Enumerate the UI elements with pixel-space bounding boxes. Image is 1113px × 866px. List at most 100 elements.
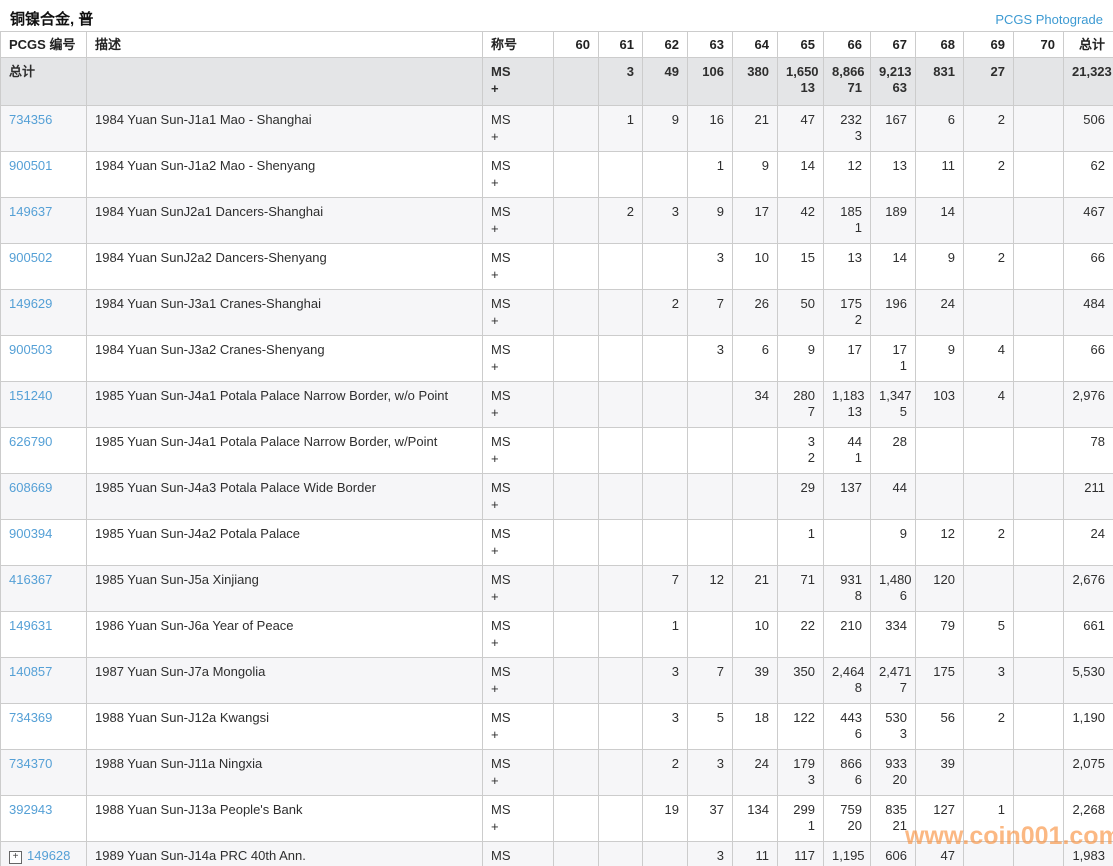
designation-cell-line2: + <box>491 129 499 144</box>
pcgs-number-link[interactable]: 734356 <box>9 112 52 127</box>
page-header: 铜镍合金, 普 PCGS Photograde <box>0 0 1113 31</box>
designation-cell-line2: + <box>491 635 499 650</box>
grade-60-cell <box>553 381 599 428</box>
grade-66-cell-value: 443 <box>840 710 862 725</box>
grade-60-cell <box>553 151 599 198</box>
grade-67-cell-plus-value: 21 <box>892 818 907 833</box>
row-total: 506 <box>1063 105 1113 152</box>
grade-65-cell: 280 7 <box>777 381 824 428</box>
table-row: 149631 1986 Yuan Sun-J6a Year of Peace MS +… <box>0 611 1113 658</box>
grade-69-cell: 2 <box>963 243 1014 290</box>
pcgs-number-cell: 734370 <box>0 749 87 796</box>
pcgs-number-link[interactable]: 900394 <box>9 526 52 541</box>
pcgs-number-link[interactable]: 392943 <box>9 802 52 817</box>
grade-70-cell <box>1013 197 1064 244</box>
grade-69-cell <box>963 565 1014 612</box>
pcgs-photograde-link[interactable]: PCGS Photograde <box>995 12 1103 27</box>
grade-68-cell: 47 <box>915 841 964 866</box>
grade-67-cell: 189 <box>870 197 916 244</box>
pcgs-number-link[interactable]: 734369 <box>9 710 52 725</box>
table-row: 734356 1984 Yuan Sun-J1a1 Mao - Shanghai M… <box>0 105 1113 152</box>
grade-70-cell <box>1013 703 1064 750</box>
grade-69-cell <box>963 473 1014 520</box>
pcgs-number-link[interactable]: 608669 <box>9 480 52 495</box>
grade-61-cell <box>598 841 643 866</box>
table-row: 151240 1985 Yuan Sun-J4a1 Potala Palace N… <box>0 381 1113 428</box>
pcgs-number-link[interactable]: 149631 <box>9 618 52 633</box>
totals-grade-67-plus-value: 63 <box>892 80 907 95</box>
totals-grade-66: 8,866 71 <box>823 57 871 106</box>
grade-61-cell <box>598 335 643 382</box>
grade-64-cell: 34 <box>732 381 778 428</box>
pcgs-number-link[interactable]: 900503 <box>9 342 52 357</box>
grade-65-cell-value: 179 <box>793 756 815 771</box>
grade-67-cell-value: 2,471 <box>879 664 912 679</box>
designation-cell: MS + <box>482 289 554 336</box>
grade-70-cell <box>1013 427 1064 474</box>
grade-66-cell: 1,1953 <box>823 841 871 866</box>
pcgs-number-link[interactable]: 149637 <box>9 204 52 219</box>
pcgs-number-link[interactable]: 416367 <box>9 572 52 587</box>
grade-62-cell <box>642 381 688 428</box>
grade-68-cell: 127 <box>915 795 964 842</box>
designation-cell-line1: MS <box>491 618 511 633</box>
expand-icon[interactable]: + <box>9 851 22 864</box>
grade-66-cell: 2,464 8 <box>823 657 871 704</box>
designation-cell-line2: + <box>491 267 499 282</box>
grade-60-cell <box>553 519 599 566</box>
grade-66-cell-value: 2,464 <box>832 664 865 679</box>
grade-69-cell <box>963 289 1014 336</box>
pcgs-number-link[interactable]: 149628 <box>27 848 70 863</box>
row-total: 2,075 <box>1063 749 1113 796</box>
grade-60-cell <box>553 611 599 658</box>
col-header-grade-60: 60 <box>553 31 599 58</box>
pcgs-number-link[interactable]: 626790 <box>9 434 52 449</box>
grade-63-cell <box>687 473 733 520</box>
grade-67-cell: 530 3 <box>870 703 916 750</box>
grade-64-cell: 11 <box>732 841 778 866</box>
grade-67-cell: 2,471 7 <box>870 657 916 704</box>
table-row: 392943 1988 Yuan Sun-J13a People's Bank MS… <box>0 795 1113 842</box>
grade-65-cell-plus-value: 2 <box>807 450 815 465</box>
col-header-grade-67: 67 <box>870 31 916 58</box>
pcgs-number-cell: 900502 <box>0 243 87 290</box>
grade-63-cell: 7 <box>687 657 733 704</box>
grade-61-cell <box>598 703 643 750</box>
pcgs-number-link[interactable]: 900501 <box>9 158 52 173</box>
totals-designation: MS + <box>482 57 554 106</box>
pcgs-number-link[interactable]: 900502 <box>9 250 52 265</box>
totals-label: 总计 <box>0 57 87 106</box>
grade-66-cell-value: 866 <box>840 756 862 771</box>
grade-67-cell: 14 <box>870 243 916 290</box>
grade-60-cell <box>553 473 599 520</box>
pcgs-number-cell: 149629 <box>0 289 87 336</box>
col-header-pcgs: PCGS 编号 <box>0 31 87 58</box>
grade-65-cell: 71 <box>777 565 824 612</box>
grade-67-cell-value: 1,347 <box>879 388 912 403</box>
pcgs-number-link[interactable]: 140857 <box>9 664 52 679</box>
grade-66-cell: 185 1 <box>823 197 871 244</box>
pcgs-number-link[interactable]: 734370 <box>9 756 52 771</box>
totals-grade-62: 49 <box>642 57 688 106</box>
grade-66-cell-value: 185 <box>840 204 862 219</box>
pcgs-number-link[interactable]: 151240 <box>9 388 52 403</box>
grade-62-cell: 7 <box>642 565 688 612</box>
grade-68-cell: 6 <box>915 105 964 152</box>
table-row: 149637 1984 Yuan SunJ2a1 Dancers-Shanghai… <box>0 197 1113 244</box>
grade-64-cell: 18 <box>732 703 778 750</box>
grade-70-cell <box>1013 611 1064 658</box>
totals-grade-60 <box>553 57 599 106</box>
grade-66-cell-plus-value: 8 <box>854 680 862 695</box>
designation-cell-line2: + <box>491 313 499 328</box>
grade-66-cell-plus-value: 6 <box>854 726 862 741</box>
grade-62-cell: 9 <box>642 105 688 152</box>
grade-66-cell-plus-value: 8 <box>854 588 862 603</box>
pcgs-number-link[interactable]: 149629 <box>9 296 52 311</box>
grade-61-cell <box>598 749 643 796</box>
grade-70-cell <box>1013 151 1064 198</box>
grade-66-cell-value: 1,183 <box>832 388 865 403</box>
pcgs-number-cell: 734369 <box>0 703 87 750</box>
grade-66-cell-plus-value: 20 <box>847 818 862 833</box>
grade-63-cell: 9 <box>687 197 733 244</box>
grade-60-cell <box>553 335 599 382</box>
